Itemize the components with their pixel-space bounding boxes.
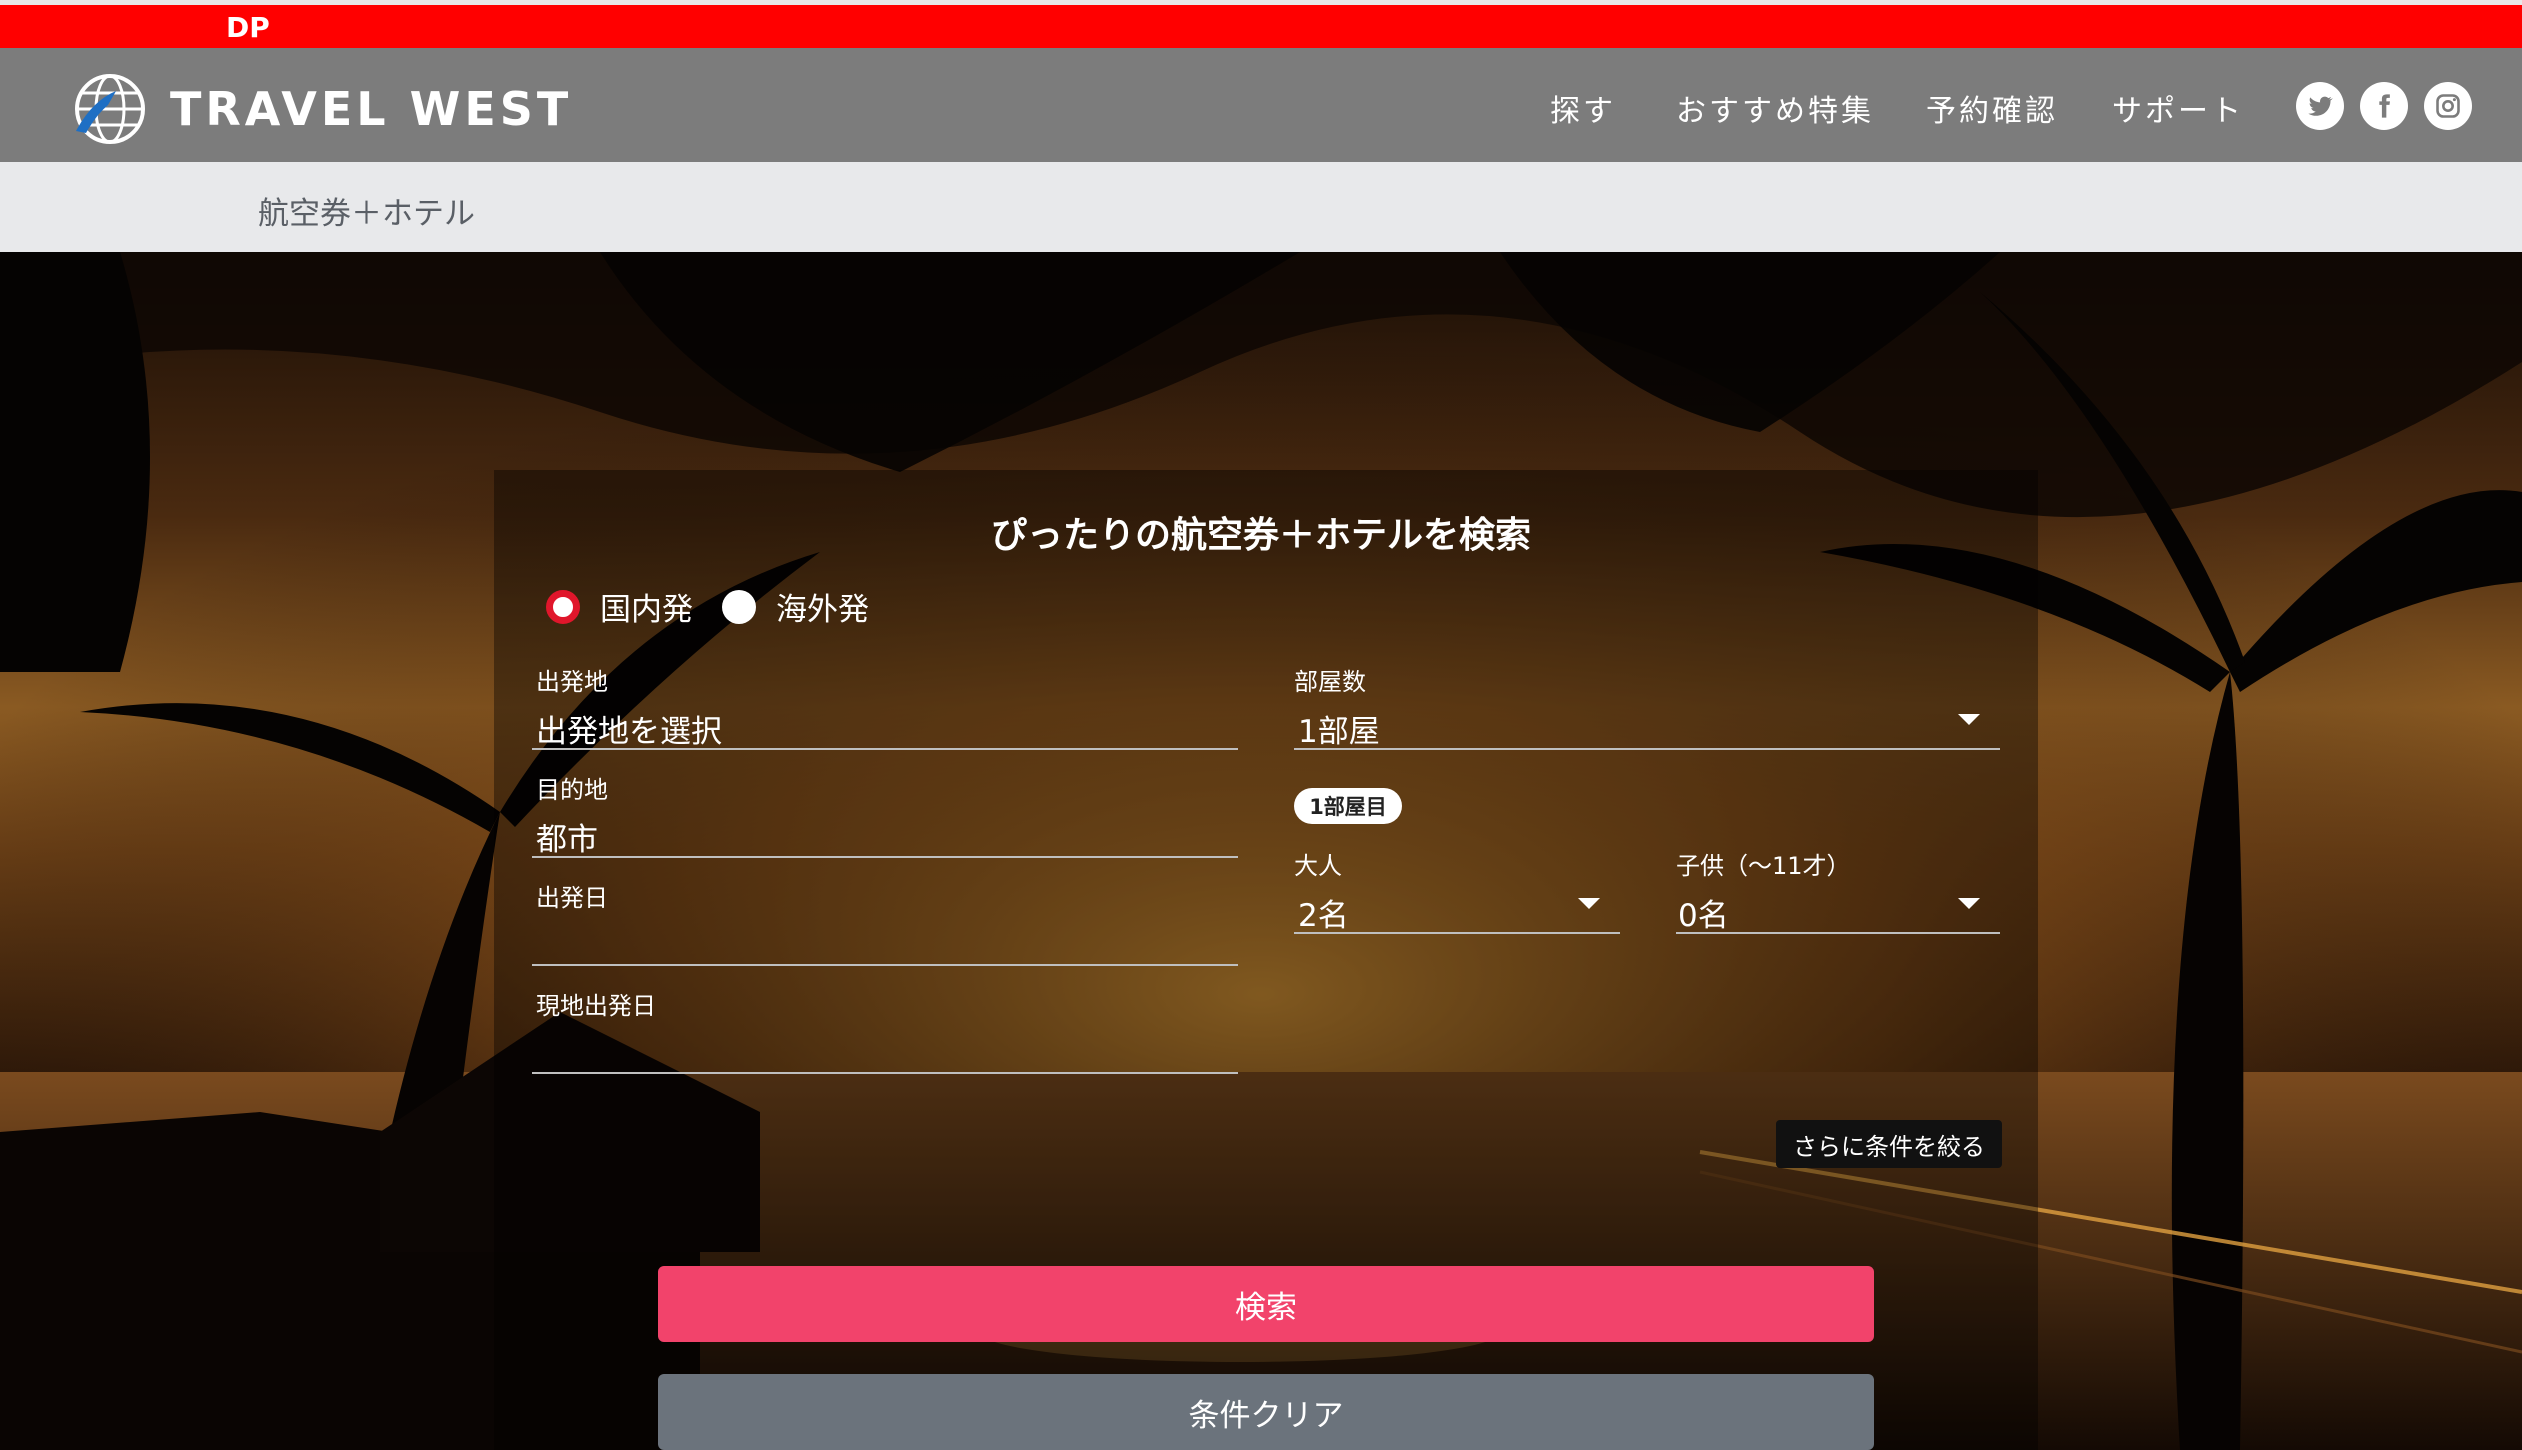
local-departure-date-label: 現地出発日 [536, 992, 656, 1020]
departure-select[interactable]: 出発地を選択 [536, 706, 722, 751]
departure-underline [532, 748, 1238, 750]
departure-label: 出発地 [536, 668, 608, 696]
destination-underline [532, 856, 1238, 858]
twitter-button[interactable] [2296, 82, 2344, 130]
children-select[interactable]: 0名 [1678, 890, 1729, 935]
adults-underline [1294, 932, 1620, 934]
refine-conditions-button[interactable]: さらに条件を絞る [1776, 1120, 2002, 1168]
children-underline [1676, 932, 2000, 934]
radio-overseas[interactable]: 海外発 [722, 584, 869, 629]
facebook-icon [2379, 94, 2390, 118]
children-label: 子供（〜11才） [1676, 852, 1851, 880]
top-bar-label: DP [226, 11, 270, 44]
destination-input[interactable]: 都市 [536, 814, 598, 859]
top-bar: DP [0, 0, 2522, 48]
radio-checked-icon [546, 589, 580, 624]
rooms-chevron-down-icon[interactable] [1958, 714, 1980, 725]
destination-label: 目的地 [536, 776, 608, 804]
adults-chevron-down-icon[interactable] [1578, 898, 1600, 909]
radio-domestic-label: 国内発 [600, 592, 693, 628]
facebook-button[interactable] [2360, 82, 2408, 130]
adults-label: 大人 [1294, 852, 1342, 880]
rooms-underline [1294, 748, 2000, 750]
local-departure-date-underline [532, 1072, 1238, 1074]
departure-date-label: 出発日 [536, 884, 608, 912]
rooms-label: 部屋数 [1294, 668, 1366, 696]
children-chevron-down-icon[interactable] [1958, 898, 1980, 909]
departure-date-underline [532, 964, 1238, 966]
site-logo[interactable]: TRAVEL WEST [72, 74, 572, 144]
globe-logo-icon [75, 74, 145, 144]
nav-featured[interactable]: おすすめ特集 [1676, 86, 1874, 130]
nav-reservation[interactable]: 予約確認 [1926, 86, 2058, 130]
twitter-icon [2308, 96, 2333, 116]
departure-date-input[interactable] [536, 922, 1236, 958]
nav-support[interactable]: サポート [2112, 86, 2244, 130]
instagram-icon [2436, 94, 2460, 118]
search-title: ぴったりの航空券＋ホテルを検索 [990, 515, 1531, 556]
search-button[interactable]: 検索 [658, 1266, 1874, 1342]
instagram-button[interactable] [2424, 82, 2472, 130]
adults-select[interactable]: 2名 [1298, 890, 1349, 935]
clear-conditions-button[interactable]: 条件クリア [658, 1374, 1874, 1450]
nav-search[interactable]: 探す [1550, 86, 1616, 130]
radio-domestic[interactable]: 国内発 [546, 584, 693, 629]
breadcrumb-current: 航空券＋ホテル [258, 196, 475, 232]
local-departure-date-input[interactable] [536, 1030, 1236, 1066]
logo-text: TRAVEL WEST [170, 82, 573, 136]
radio-unchecked-icon [722, 589, 756, 624]
site-header: TRAVEL WEST 探す おすすめ特集 予約確認 サポート [0, 48, 2522, 162]
breadcrumb: 航空券＋ホテル [0, 162, 2522, 252]
radio-overseas-label: 海外発 [776, 592, 869, 628]
room-number-badge: 1部屋目 [1294, 788, 1402, 824]
rooms-select[interactable]: 1部屋 [1298, 706, 1380, 751]
